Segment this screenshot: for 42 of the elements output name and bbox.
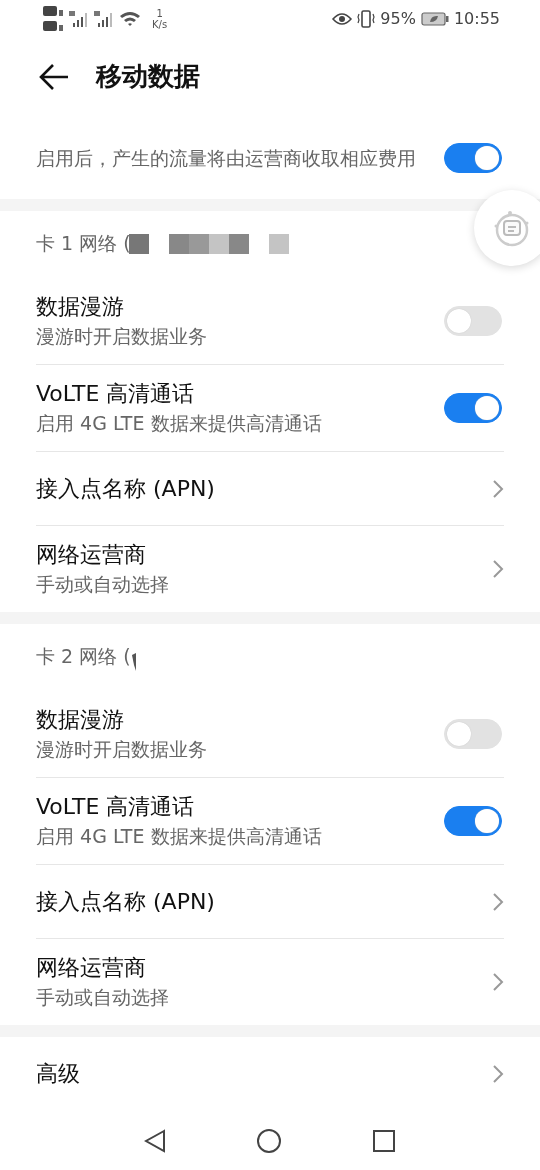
toggle-switch[interactable]: [444, 143, 502, 174]
recents-button[interactable]: [372, 1128, 396, 1153]
settings-item[interactable]: 接入点名称 (APN): [36, 451, 504, 526]
sim-icon: [42, 3, 64, 34]
speed-value: 1: [156, 7, 163, 19]
section-header: 卡 2 网络 (: [36, 644, 131, 670]
square-icon: [372, 1128, 396, 1153]
setting-description: 启用 4G LTE 数据来提供高清通话: [36, 411, 322, 437]
eye-icon: [332, 11, 353, 26]
clock: 10:55: [453, 9, 500, 29]
triangle-icon: [144, 1128, 166, 1153]
wifi-icon: [119, 9, 141, 28]
chevron-right-icon: [492, 559, 504, 580]
vibrate-icon: [357, 9, 376, 28]
battery-percent: 95%: [380, 9, 416, 29]
back-arrow-icon: [38, 62, 70, 91]
setting-description: 启用 4G LTE 数据来提供高清通话: [36, 824, 322, 850]
settings-item[interactable]: 接入点名称 (APN): [36, 864, 504, 939]
setting-title: 数据漫游: [36, 705, 125, 734]
chevron-right-icon: [492, 478, 504, 499]
setting-description: 漫游时开启数据业务: [36, 736, 207, 762]
page-title: 移动数据: [96, 60, 200, 94]
setting-description: 启用后，产生的流量将由运营商收取相应费用: [36, 146, 417, 172]
back-button[interactable]: [144, 1128, 166, 1153]
battery-icon: [420, 11, 449, 26]
section-header: 卡 1 网络 (: [36, 231, 131, 257]
signal-icon: [94, 8, 114, 29]
back-button[interactable]: [38, 62, 70, 91]
chevron-right-icon: [492, 972, 504, 993]
settings-item[interactable]: 高级: [36, 1037, 504, 1112]
setting-title: VoLTE 高清通话: [36, 380, 196, 409]
circle-icon: [256, 1127, 282, 1154]
setting-description: 漫游时开启数据业务: [36, 323, 207, 349]
home-button[interactable]: [256, 1127, 282, 1154]
signal-icon: [69, 8, 89, 29]
chevron-right-icon: [492, 1064, 504, 1085]
chevron-right-icon: [492, 891, 504, 912]
toggle-switch[interactable]: [444, 393, 502, 424]
setting-title: VoLTE 高清通话: [36, 793, 196, 822]
toggle-switch[interactable]: [444, 806, 502, 837]
setting-title: 数据漫游: [36, 292, 125, 321]
speed-unit: K/s: [152, 18, 168, 30]
